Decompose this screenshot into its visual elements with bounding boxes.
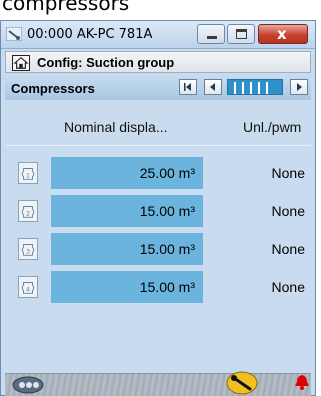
header-divider [5, 145, 311, 146]
page-tick [234, 82, 236, 94]
window-title: 00:000 AK-PC 781A [27, 27, 153, 42]
minimize-icon [207, 36, 217, 39]
page-indicator[interactable] [227, 79, 283, 95]
table-row[interactable]: 3 15.00 m³ None [5, 233, 311, 265]
displacement-cell[interactable]: 15.00 m³ [51, 195, 203, 227]
previous-page-button[interactable] [204, 79, 222, 95]
bottom-toolbar [5, 370, 311, 396]
close-icon: x [277, 25, 287, 43]
maximize-button[interactable] [227, 24, 255, 44]
page-caption: compressors [0, 0, 321, 20]
compressor-group-icon[interactable] [11, 374, 45, 394]
unloader-cell[interactable]: None [217, 157, 305, 189]
compressor-icon[interactable]: 3 [18, 238, 38, 260]
displacement-cell[interactable]: 15.00 m³ [51, 233, 203, 265]
wrench-icon[interactable] [225, 370, 259, 396]
compressor-index: 2 [26, 211, 30, 218]
section-title: Compressors [11, 81, 95, 96]
next-icon [297, 83, 302, 91]
compressor-index: 1 [26, 173, 30, 180]
compressor-index: 3 [26, 249, 30, 256]
app-window: 00:000 AK-PC 781A x Config: Suction grou… [0, 20, 316, 396]
next-page-button[interactable] [290, 79, 308, 95]
home-icon[interactable] [12, 55, 30, 71]
compressor-icon[interactable]: 1 [18, 162, 38, 184]
compressor-icon[interactable]: 4 [18, 276, 38, 298]
previous-icon [210, 83, 215, 91]
table-row[interactable]: 4 15.00 m³ None [5, 271, 311, 303]
page-tick [250, 82, 252, 94]
displacement-cell[interactable]: 25.00 m³ [51, 157, 203, 189]
column-header-unloader[interactable]: Unl./pwm [243, 119, 301, 135]
compressor-table: Nominal displa... Unl./pwm 1 25.00 m³ No… [5, 101, 311, 347]
first-page-button[interactable] [179, 79, 197, 95]
title-bar: 00:000 AK-PC 781A x [1, 21, 315, 49]
skip-first-icon [184, 83, 191, 91]
page-tick [242, 82, 244, 94]
page-tick [258, 82, 260, 94]
section-header: Compressors [5, 76, 311, 100]
config-title: Config: Suction group [37, 55, 175, 70]
minimize-button[interactable] [197, 24, 225, 44]
close-button[interactable]: x [258, 24, 308, 44]
config-header: Config: Suction group [5, 51, 311, 73]
compressor-index: 4 [26, 287, 30, 294]
table-row[interactable]: 1 25.00 m³ None [5, 157, 311, 189]
unloader-cell[interactable]: None [217, 233, 305, 265]
displacement-cell[interactable]: 15.00 m³ [51, 271, 203, 303]
table-row[interactable]: 2 15.00 m³ None [5, 195, 311, 227]
unloader-cell[interactable]: None [217, 271, 305, 303]
thermometer-icon [6, 27, 22, 41]
column-header-displacement[interactable]: Nominal displa... [64, 119, 168, 135]
unloader-cell[interactable]: None [217, 195, 305, 227]
alarm-bell-icon[interactable] [293, 372, 311, 392]
caption-text: compressors [2, 0, 130, 15]
page-tick [266, 82, 268, 94]
compressor-icon[interactable]: 2 [18, 200, 38, 222]
maximize-icon [236, 29, 247, 39]
